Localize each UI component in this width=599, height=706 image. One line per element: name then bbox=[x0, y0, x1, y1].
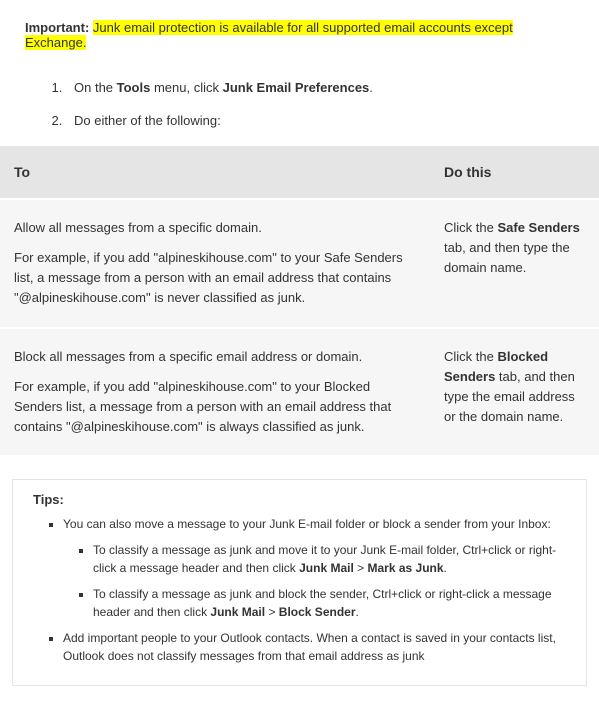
tip-text: . bbox=[356, 605, 359, 619]
tip-subitem: To classify a message as junk and move i… bbox=[93, 541, 566, 577]
row-body: For example, if you add "alpineskihouse.… bbox=[14, 248, 416, 308]
tips-box: Tips: You can also move a message to you… bbox=[12, 479, 587, 686]
row-title: Block all messages from a specific email… bbox=[14, 347, 416, 367]
step-bold: Tools bbox=[117, 80, 151, 95]
tip-bold: Junk Mail bbox=[299, 561, 354, 575]
row-action-text: Click the bbox=[444, 349, 497, 364]
tip-bold: Mark as Junk bbox=[367, 561, 443, 575]
table-header-do: Do this bbox=[430, 146, 599, 199]
tip-bold: Block Sender bbox=[279, 605, 356, 619]
tip-text: > bbox=[265, 605, 279, 619]
tip-item: Add important people to your Outlook con… bbox=[63, 629, 566, 665]
table-row: Block all messages from a specific email… bbox=[0, 328, 599, 457]
step-text: Do either of the following: bbox=[74, 113, 221, 128]
important-notice: Important: Junk email protection is avai… bbox=[0, 10, 599, 60]
important-text: Junk email protection is available for a… bbox=[25, 20, 513, 50]
step-bold: Junk Email Preferences bbox=[223, 80, 370, 95]
tip-bold: Junk Mail bbox=[210, 605, 265, 619]
table-header-to: To bbox=[0, 146, 430, 199]
tip-subitem: To classify a message as junk and block … bbox=[93, 585, 566, 621]
row-body: For example, if you add "alpineskihouse.… bbox=[14, 377, 416, 437]
row-action-bold: Safe Senders bbox=[497, 220, 579, 235]
instruction-table: To Do this Allow all messages from a spe… bbox=[0, 146, 599, 457]
step-text: On the bbox=[74, 80, 117, 95]
table-row: Allow all messages from a specific domai… bbox=[0, 199, 599, 328]
tip-text: You can also move a message to your Junk… bbox=[63, 517, 551, 531]
row-title: Allow all messages from a specific domai… bbox=[14, 218, 416, 238]
steps-list: On the Tools menu, click Junk Email Pref… bbox=[0, 60, 599, 128]
tip-text: > bbox=[354, 561, 368, 575]
tip-text: . bbox=[444, 561, 447, 575]
tip-item: You can also move a message to your Junk… bbox=[63, 515, 566, 621]
step-1: On the Tools menu, click Junk Email Pref… bbox=[66, 80, 569, 95]
step-2: Do either of the following: bbox=[66, 113, 569, 128]
row-action-text: tab, and then type the domain name. bbox=[444, 240, 570, 275]
step-text: menu, click bbox=[150, 80, 222, 95]
step-text: . bbox=[369, 80, 373, 95]
tip-text: Add important people to your Outlook con… bbox=[63, 631, 556, 663]
row-action-text: Click the bbox=[444, 220, 497, 235]
important-label: Important: bbox=[25, 20, 89, 35]
tips-title: Tips: bbox=[33, 492, 566, 507]
